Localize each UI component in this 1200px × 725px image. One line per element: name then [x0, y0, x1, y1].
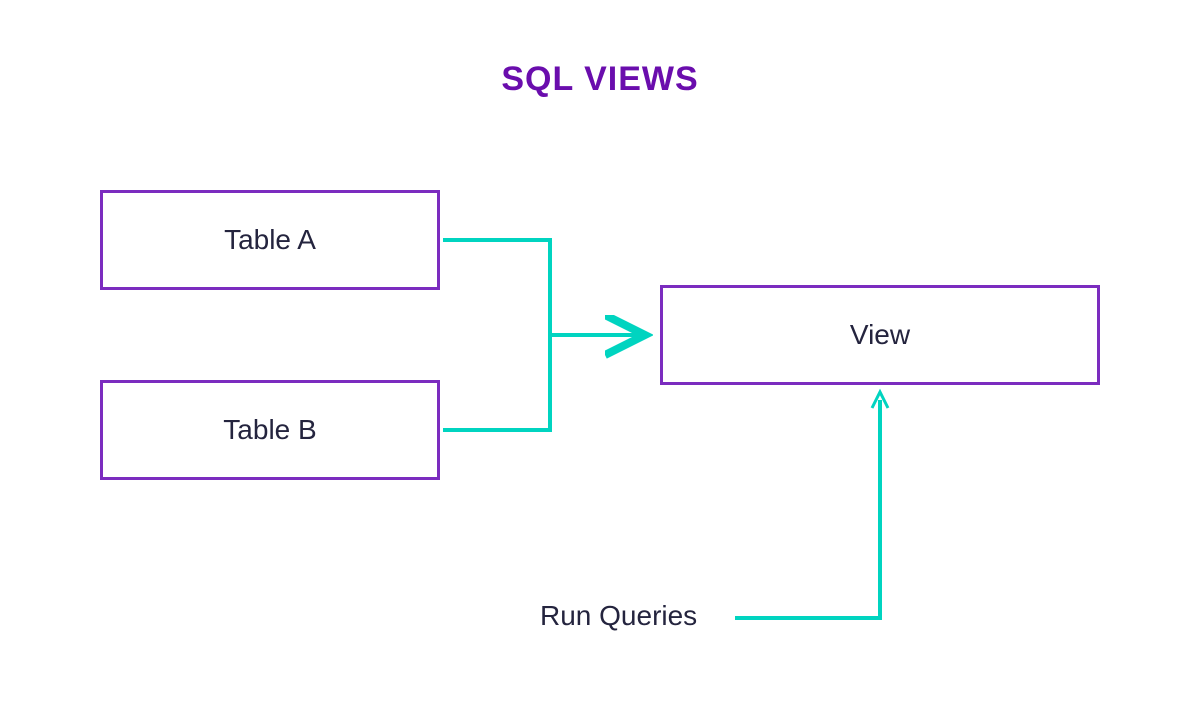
view-box: View [660, 285, 1100, 385]
table-a-label: Table A [224, 224, 316, 256]
view-label: View [850, 319, 910, 351]
table-a-box: Table A [100, 190, 440, 290]
table-b-connector [443, 335, 550, 430]
table-b-label: Table B [223, 414, 316, 446]
run-queries-label: Run Queries [540, 600, 697, 632]
run-queries-connector [735, 400, 880, 618]
table-b-box: Table B [100, 380, 440, 480]
diagram-title: SQL VIEWS [501, 60, 698, 99]
table-a-connector [443, 240, 550, 335]
up-arrowhead [872, 392, 888, 408]
